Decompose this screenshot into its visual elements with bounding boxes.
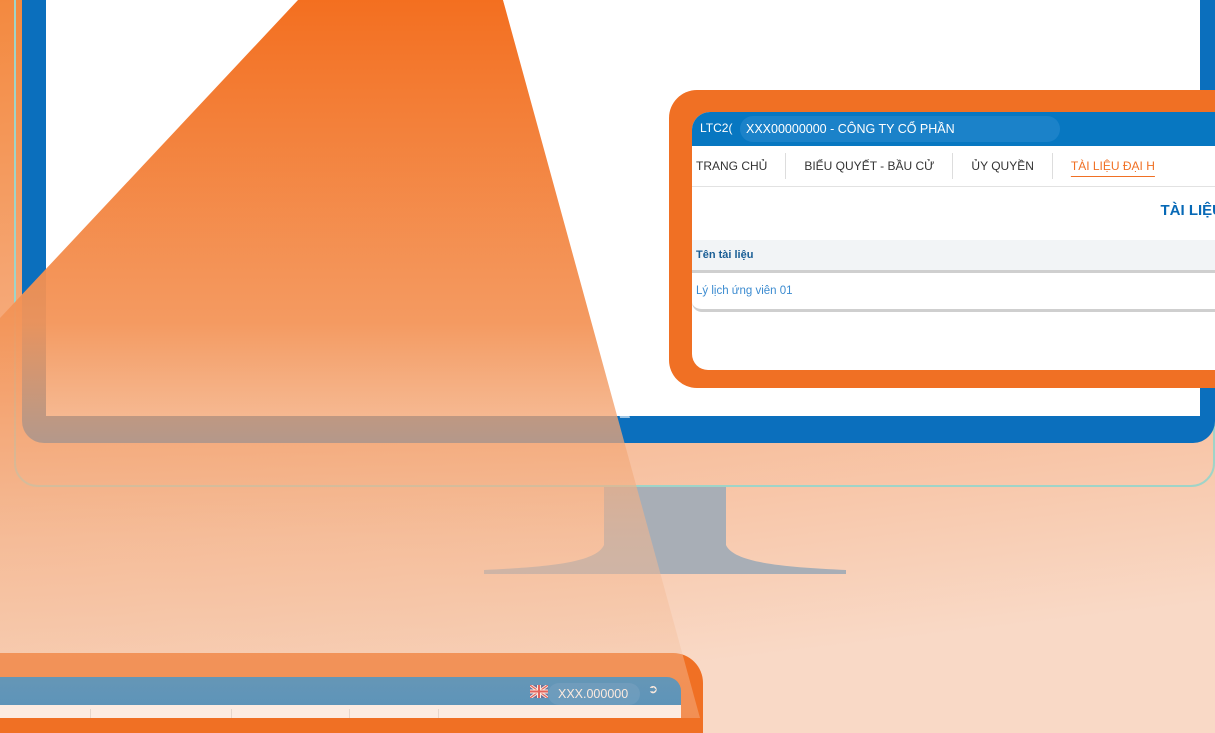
nav-divider xyxy=(231,709,232,718)
monitor-stand-neck xyxy=(604,487,726,547)
page-title: TÀI LIỆU xyxy=(1161,202,1215,219)
table-header-name: Tên tài liệu xyxy=(692,240,1215,273)
bottom-nav-strip xyxy=(0,705,681,718)
main-nav: TRANG CHỦ BIỂU QUYẾT - BẦU CỬ ỦY QUYỀN T… xyxy=(692,146,1215,187)
nav-documents[interactable]: TÀI LIỆU ĐẠI H xyxy=(1053,153,1173,179)
user-account[interactable]: XXX.000000 xyxy=(548,683,640,705)
documents-table: Tên tài liệu Lý lịch ứng viên 01 xyxy=(692,240,1215,312)
monitor-stand-base xyxy=(484,545,846,574)
table-row[interactable]: Lý lịch ứng viên 01 xyxy=(692,273,1215,312)
uk-flag-icon[interactable] xyxy=(530,685,548,698)
nav-proxy[interactable]: ỦY QUYỀN xyxy=(953,153,1052,179)
nav-divider xyxy=(90,709,91,718)
app-window: LTC2( XXX00000000 - CÔNG TY CỔ PHẦN TRAN… xyxy=(692,112,1215,370)
nav-vote[interactable]: BIỂU QUYẾT - BẦU CỬ xyxy=(786,153,953,179)
company-name[interactable]: XXX00000000 - CÔNG TY CỔ PHẦN xyxy=(740,116,1060,142)
app-logo: LTC2( xyxy=(700,121,732,135)
nav-divider xyxy=(438,709,439,718)
logout-icon[interactable]: ➲ xyxy=(648,682,658,696)
nav-divider xyxy=(349,709,350,718)
app-header: LTC2( XXX00000000 - CÔNG TY CỔ PHẦN xyxy=(692,112,1215,146)
nav-home[interactable]: TRANG CHỦ xyxy=(692,153,786,179)
